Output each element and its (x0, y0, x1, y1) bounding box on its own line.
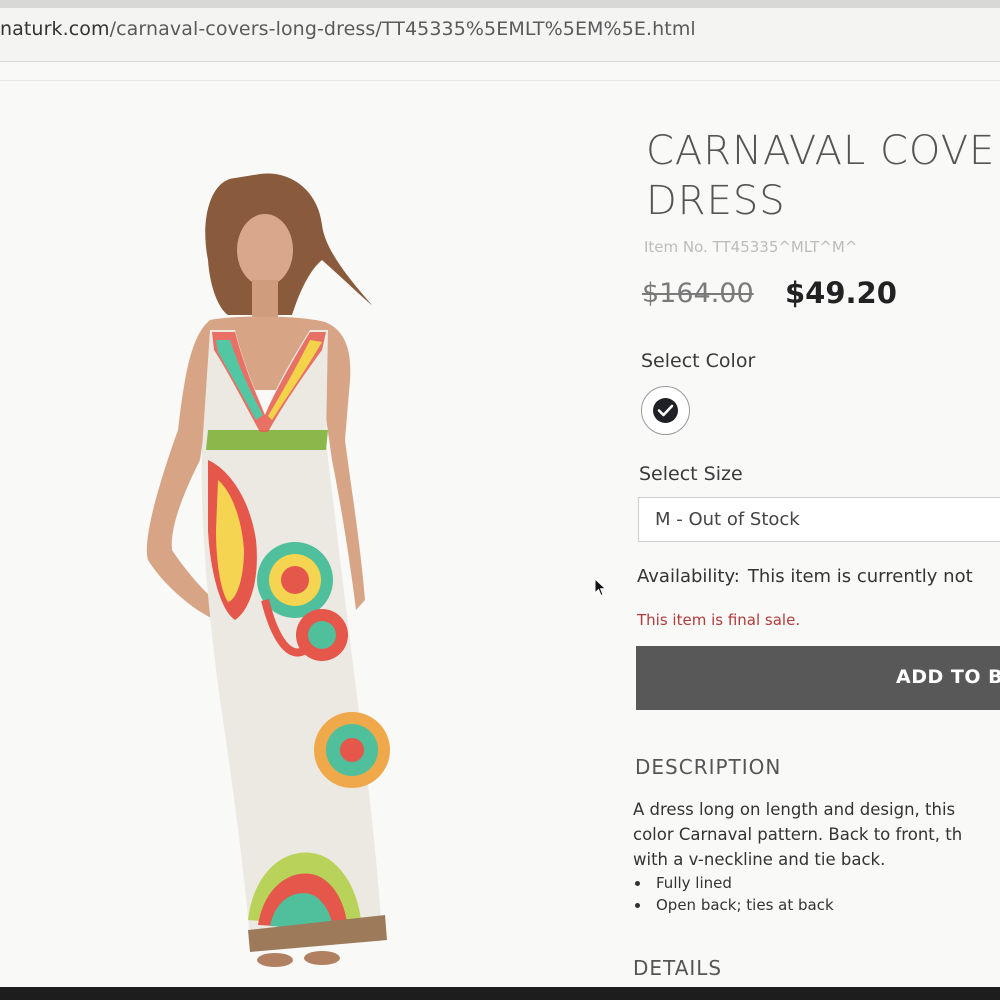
bottom-bezel (0, 987, 1000, 1000)
select-size-label: Select Size (639, 463, 743, 485)
sale-price: $49.20 (785, 276, 897, 310)
description-heading[interactable]: DESCRIPTION (635, 755, 781, 779)
header-divider (0, 80, 1000, 81)
mouse-pointer-icon (594, 578, 607, 597)
description-line: with a v-neckline and tie back. (633, 850, 886, 869)
feature-list: Fully lined Open back; ties at back (633, 872, 834, 916)
description-line: A dress long on length and design, this (633, 800, 956, 819)
select-color-label: Select Color (641, 350, 756, 372)
color-swatch[interactable] (641, 386, 690, 435)
checkmark-icon (657, 404, 674, 417)
availability-label: Availability: (637, 566, 740, 587)
item-number: Item No. TT45335^MLT^M^ (644, 238, 858, 256)
size-dropdown-value: M - Out of Stock (655, 509, 800, 530)
feature-item: Open back; ties at back (633, 894, 834, 916)
availability-value: This item is currently not (747, 566, 973, 587)
url-path: /carnaval-covers-long-dress/TT45335%5EML… (109, 18, 696, 40)
add-to-bag-button[interactable]: ADD TO BA (636, 646, 1000, 710)
size-dropdown[interactable]: M - Out of Stock (638, 497, 1000, 542)
final-sale-notice: This item is final sale. (637, 611, 801, 629)
description-text: A dress long on length and design, this … (633, 797, 1000, 872)
description-line: color Carnaval pattern. Back to front, t… (633, 825, 963, 844)
swatch-fill (653, 398, 678, 423)
original-price: $164.00 (642, 278, 754, 309)
browser-url-bar[interactable]: naturk.com/carnaval-covers-long-dress/TT… (0, 0, 1000, 62)
feature-item: Fully lined (633, 872, 834, 894)
product-title-line1: CARNAVAL COVE (646, 128, 996, 174)
product-title-line2: DRESS (646, 178, 786, 224)
url-text[interactable]: naturk.com/carnaval-covers-long-dress/TT… (0, 18, 696, 40)
url-host: naturk.com (0, 18, 110, 40)
availability-row: Availability: This item is currently not (637, 566, 973, 587)
details-heading[interactable]: DETAILS (633, 956, 722, 980)
top-bezel (0, 0, 1000, 8)
product-title: CARNAVAL COVE DRESS (646, 126, 1000, 226)
product-image[interactable] (60, 140, 480, 980)
add-to-bag-label: ADD TO BA (896, 666, 1000, 688)
